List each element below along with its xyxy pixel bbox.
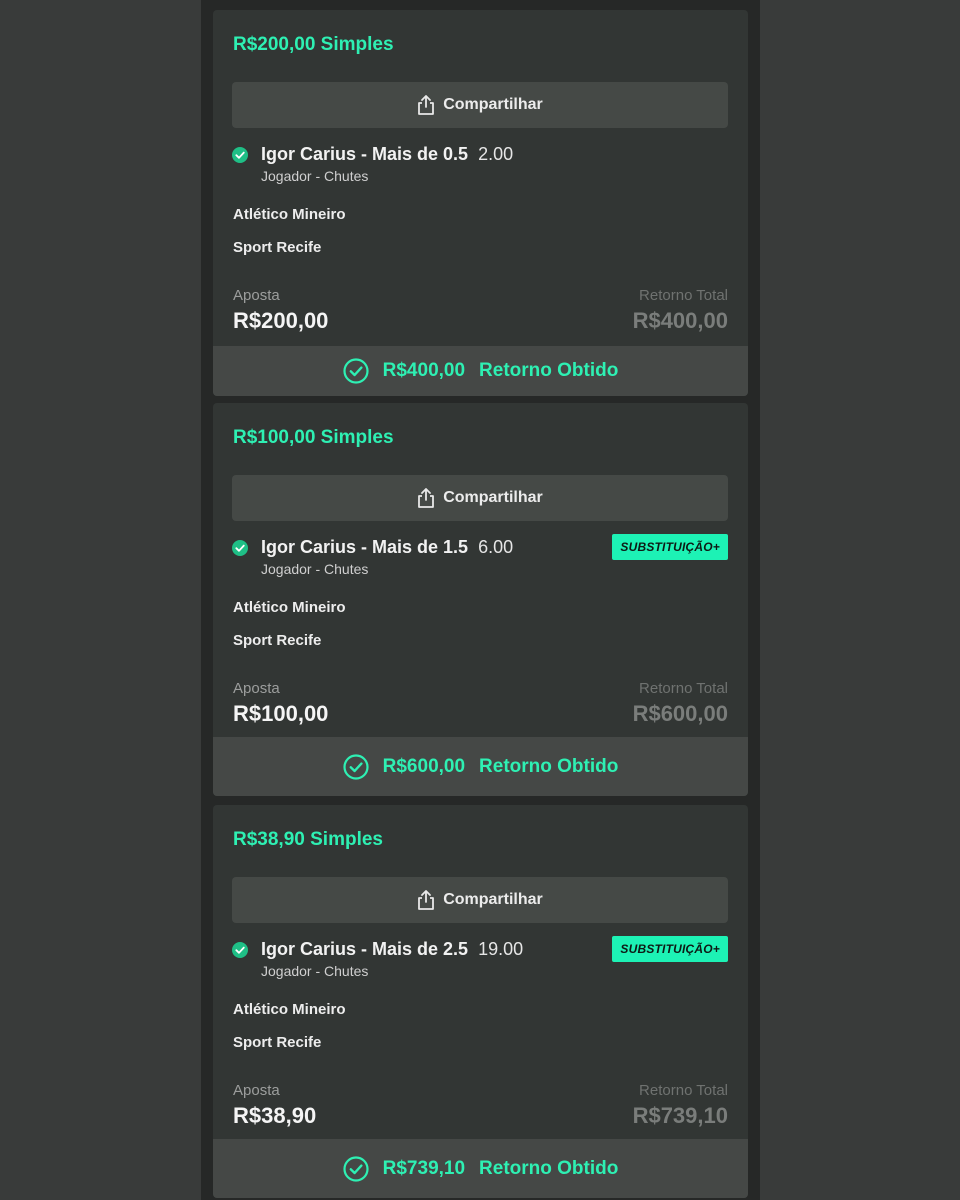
selection-odds: 19.00 [478, 939, 524, 959]
stake-value: R$200,00 [233, 308, 329, 333]
footer-amount: R$400,00 [382, 360, 466, 381]
team-home: Atlético Mineiro [233, 599, 346, 616]
promo-badge: SUBSTITUIÇÃO+ [612, 534, 728, 560]
check-circle-icon [232, 147, 248, 163]
selection-odds: 2.00 [478, 144, 514, 164]
share-icon [418, 95, 435, 115]
check-circle-outline-icon [343, 753, 369, 780]
share-label: Compartilhar [443, 489, 543, 506]
share-button[interactable]: Compartilhar [232, 475, 728, 521]
bet-title: R$100,00 Simples [233, 427, 394, 448]
footer-label: Retorno Obtido [479, 1157, 619, 1179]
share-icon [418, 890, 435, 910]
selection-odds: 6.00 [478, 537, 514, 557]
check-circle-outline-icon [343, 1155, 369, 1182]
check-circle-outline-icon [343, 358, 369, 384]
bet-card: R$100,00 Simples Compartilhar Igor Cariu… [213, 403, 748, 796]
stake-value: R$100,00 [233, 701, 329, 726]
team-home: Atlético Mineiro [233, 206, 346, 223]
return-value: R$400,00 [632, 308, 728, 333]
return-label: Retorno Total [639, 680, 728, 697]
check-circle-icon [232, 942, 248, 958]
bet-card: R$200,00 Simples Compartilhar Igor Cariu… [213, 10, 748, 396]
stake-label: Aposta [233, 287, 280, 304]
selection-row: Igor Carius - Mais de 2.5 19.00 Jogador -… [232, 936, 728, 983]
return-obtained-bar: R$400,00 Retorno Obtido [213, 346, 748, 396]
footer-amount: R$600,00 [382, 755, 466, 777]
team-away: Sport Recife [233, 1034, 322, 1051]
check-circle-icon [232, 540, 248, 556]
stake-label: Aposta [233, 1082, 280, 1099]
stake-label: Aposta [233, 680, 280, 697]
share-label: Compartilhar [443, 891, 543, 908]
bet-card: R$38,90 Simples Compartilhar Igor Carius… [213, 805, 748, 1198]
return-value: R$600,00 [632, 701, 728, 726]
return-label: Retorno Total [639, 1082, 728, 1099]
bet-title: R$200,00 Simples [233, 34, 394, 55]
share-button[interactable]: Compartilhar [232, 877, 728, 923]
return-obtained-bar: R$739,10 Retorno Obtido [213, 1139, 748, 1198]
return-value: R$739,10 [632, 1103, 728, 1128]
selection-name: Igor Carius - Mais de 0.5 [261, 144, 469, 164]
footer-label: Retorno Obtido [479, 755, 619, 777]
return-label: Retorno Total [639, 287, 728, 304]
return-obtained-bar: R$600,00 Retorno Obtido [213, 737, 748, 796]
selection-market: Jogador - Chutes [261, 168, 369, 184]
footer-label: Retorno Obtido [479, 360, 619, 381]
team-away: Sport Recife [233, 239, 322, 256]
selection-name: Igor Carius - Mais de 1.5 [261, 537, 469, 557]
selection-name: Igor Carius - Mais de 2.5 [261, 939, 469, 959]
promo-badge: SUBSTITUIÇÃO+ [612, 936, 728, 962]
share-label: Compartilhar [443, 96, 543, 113]
selection-market: Jogador - Chutes [261, 963, 369, 979]
share-icon [418, 488, 435, 508]
selection-market: Jogador - Chutes [261, 561, 369, 577]
team-home: Atlético Mineiro [233, 1001, 346, 1018]
share-button[interactable]: Compartilhar [232, 82, 728, 128]
selection-row: Igor Carius - Mais de 1.5 6.00 Jogador - … [232, 534, 728, 581]
stake-value: R$38,90 [233, 1103, 317, 1128]
footer-amount: R$739,10 [382, 1157, 466, 1179]
selection-row: Igor Carius - Mais de 0.5 2.00 Jogador - … [232, 144, 728, 188]
team-away: Sport Recife [233, 632, 322, 649]
bet-title: R$38,90 Simples [233, 829, 383, 850]
